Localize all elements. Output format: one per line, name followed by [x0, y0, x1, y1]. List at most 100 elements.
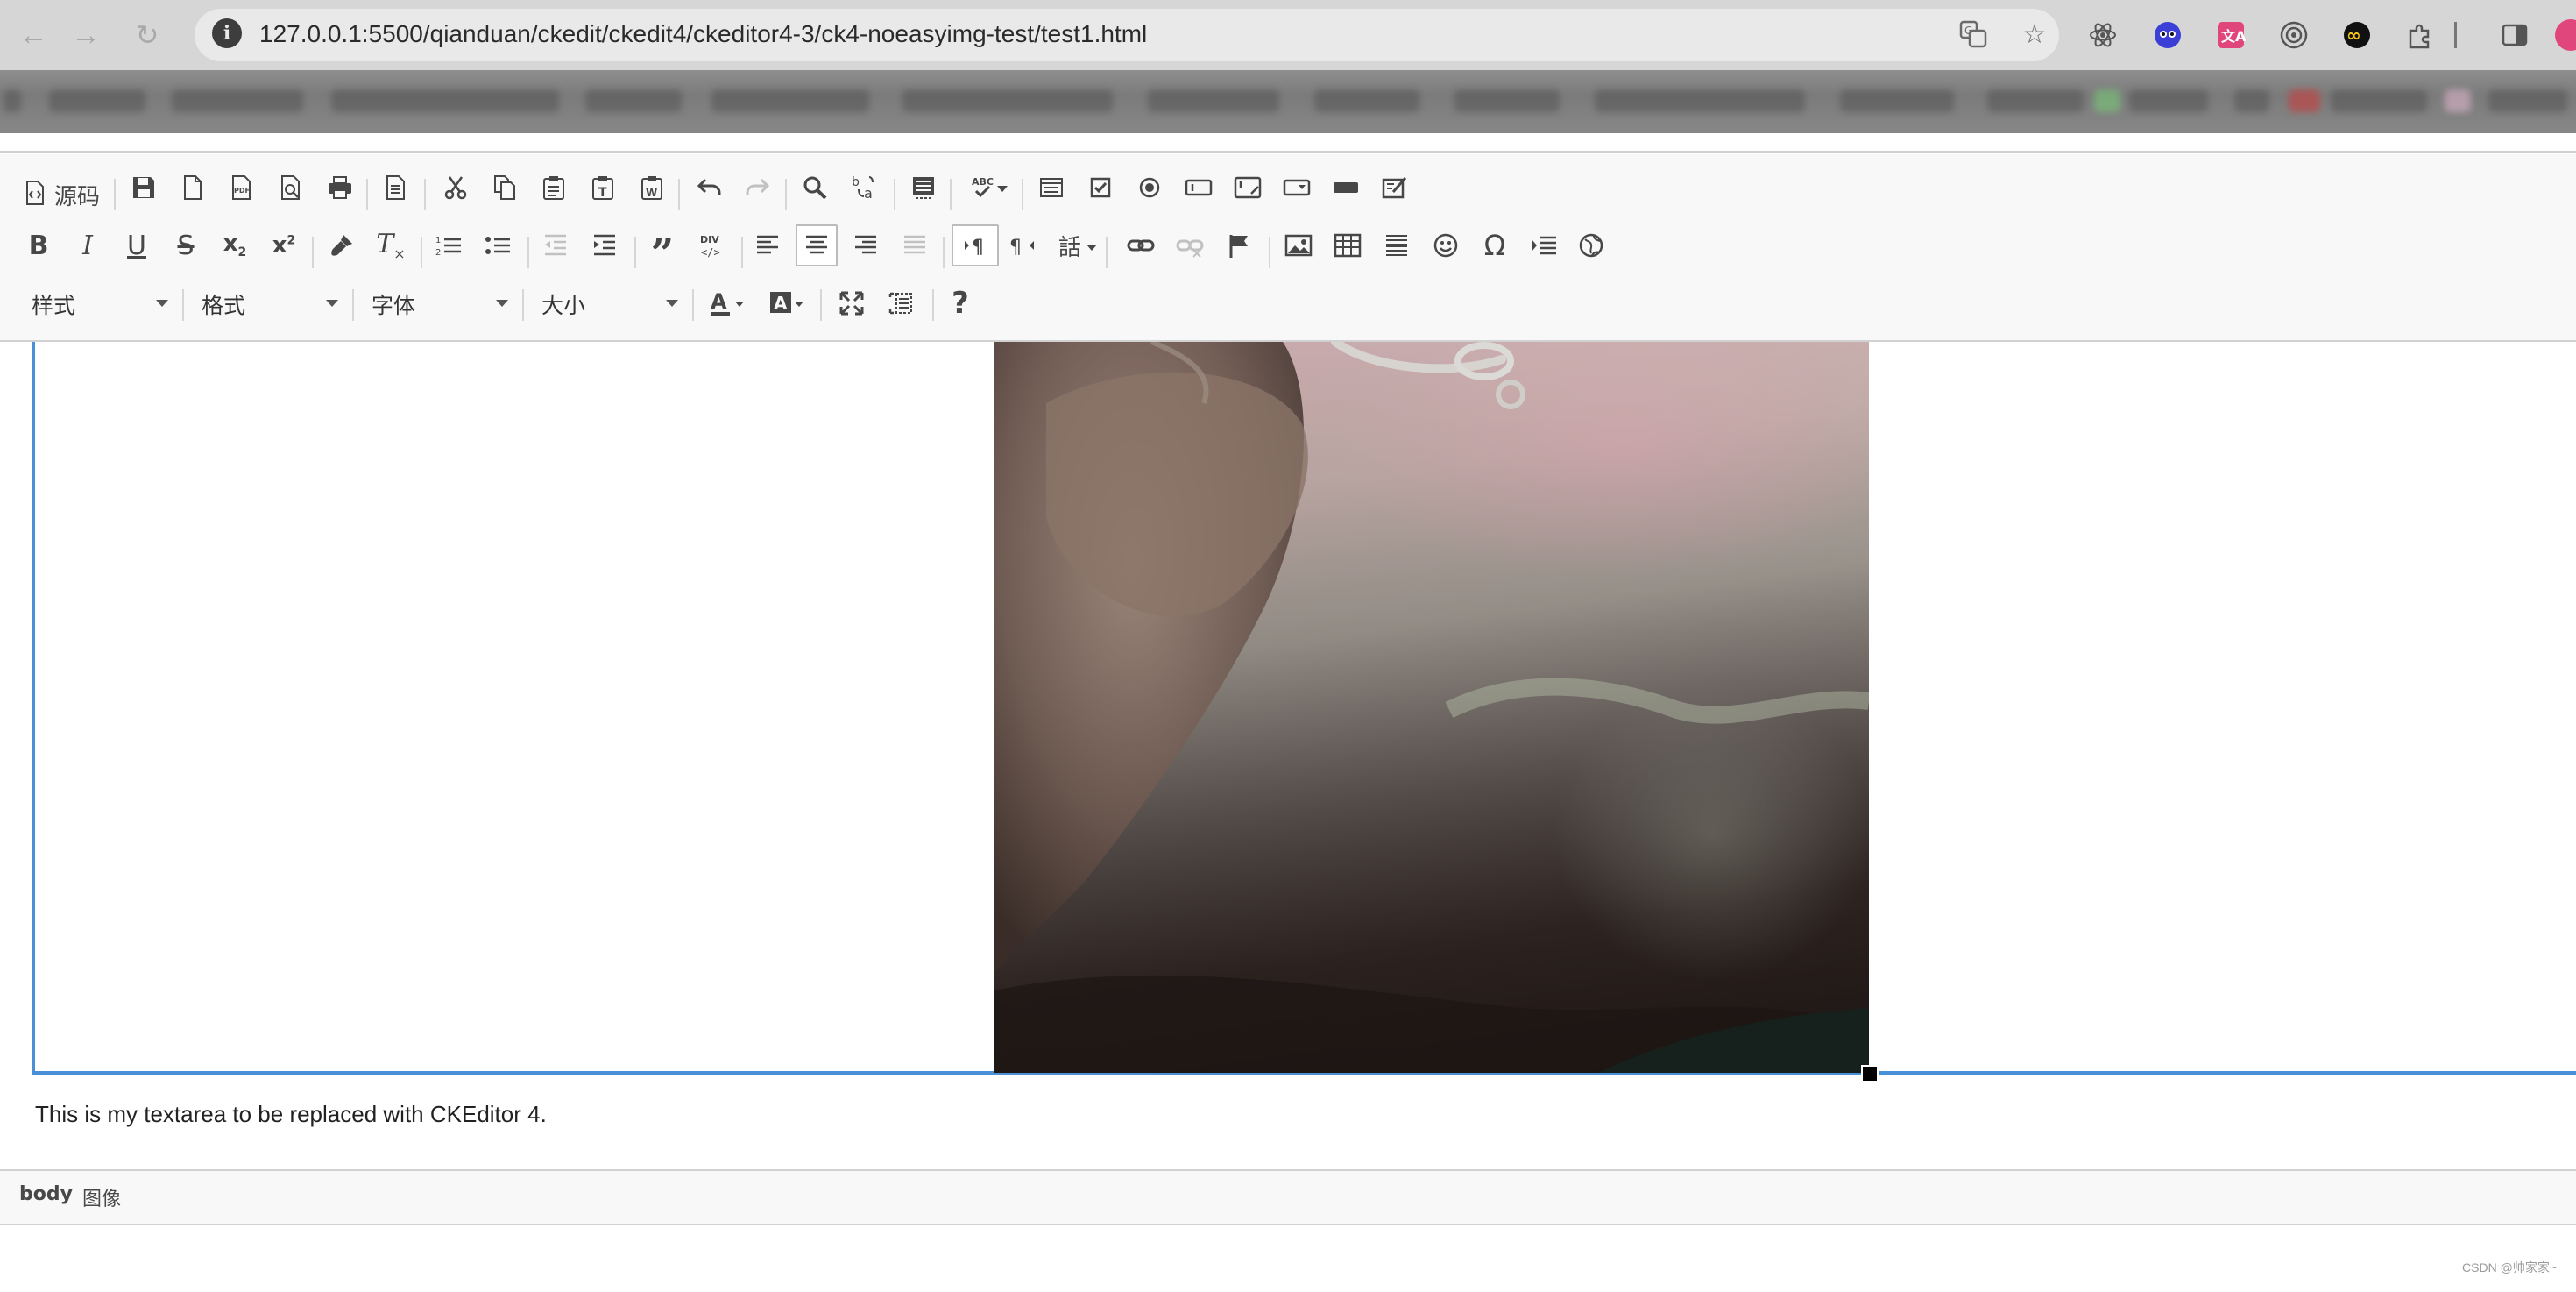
bookmark-item[interactable] [1987, 89, 2084, 112]
format-dropdown[interactable]: 格式 [202, 286, 338, 323]
new-page-button[interactable] [172, 167, 214, 209]
page-break-button[interactable] [1523, 224, 1565, 266]
unlink-button[interactable] [1169, 224, 1211, 266]
bookmark-item[interactable] [4, 89, 21, 112]
paragraph-text[interactable]: This is my textarea to be replaced with … [35, 1101, 547, 1128]
side-panel-icon[interactable] [2499, 19, 2530, 51]
print-button[interactable] [319, 167, 361, 209]
bookmark-item[interactable] [2234, 89, 2269, 112]
text-direction-ltr-button[interactable]: ¶ [952, 224, 999, 266]
underline-button[interactable]: U [116, 224, 158, 266]
align-left-button[interactable] [747, 224, 789, 266]
textarea-button[interactable] [1227, 167, 1269, 209]
reload-button[interactable]: ↻ [130, 18, 165, 53]
back-button[interactable]: ← [16, 18, 51, 53]
chevron-down-icon[interactable] [997, 186, 1008, 192]
translate-extension-icon[interactable]: 文A [2215, 19, 2247, 51]
text-color-button[interactable]: A [701, 282, 752, 324]
bookmark-item[interactable] [49, 89, 145, 112]
maximize-button[interactable] [831, 282, 873, 324]
italic-button[interactable]: I [67, 224, 109, 266]
form-button[interactable] [1030, 167, 1072, 209]
image-button[interactable] [1277, 224, 1320, 266]
decrease-indent-button[interactable] [534, 224, 577, 266]
smiley-button[interactable] [1425, 224, 1467, 266]
bookmark-item[interactable] [2129, 89, 2208, 112]
bookmark-item[interactable] [2094, 89, 2120, 112]
translate-icon[interactable]: G [1957, 19, 1989, 51]
bookmark-item[interactable] [331, 89, 559, 112]
numbered-list-button[interactable]: 12 [428, 224, 470, 266]
button-field-button[interactable] [1325, 167, 1367, 209]
target-extension-icon[interactable] [2278, 19, 2310, 51]
bookmark-item[interactable] [2331, 89, 2427, 112]
bookmark-item[interactable] [2289, 89, 2320, 112]
extensions-puzzle-icon[interactable] [2404, 19, 2436, 51]
cut-button[interactable] [435, 167, 477, 209]
strikethrough-button[interactable]: S [165, 224, 207, 266]
remove-format-button[interactable]: T× [370, 224, 412, 266]
font-dropdown[interactable]: 字体 [372, 286, 508, 323]
align-right-button[interactable] [845, 224, 887, 266]
replace-button[interactable]: ba [843, 167, 885, 209]
bookmark-item[interactable] [1595, 89, 1805, 112]
address-bar[interactable]: i 127.0.0.1:5500/qianduan/ckedit/ckedit4… [195, 9, 2059, 61]
export-pdf-button[interactable]: PDF [221, 167, 263, 209]
bookmark-item[interactable] [2445, 89, 2471, 112]
react-devtools-icon[interactable] [2087, 19, 2119, 51]
copy-formatting-button[interactable] [321, 224, 363, 266]
bulleted-list-button[interactable] [477, 224, 519, 266]
justify-button[interactable] [894, 224, 936, 266]
paste-button[interactable] [533, 167, 575, 209]
bookmark-item[interactable] [902, 89, 1113, 112]
elements-path-image[interactable]: 图像 [82, 1183, 121, 1211]
redo-button[interactable] [736, 167, 778, 209]
create-div-button[interactable]: DIV </> [690, 224, 732, 266]
bookmark-star-icon[interactable]: ☆ [2019, 19, 2050, 51]
about-button[interactable]: ? [939, 282, 981, 324]
blockquote-button[interactable]: ” [641, 224, 683, 273]
special-char-button[interactable]: Ω [1474, 224, 1516, 266]
text-direction-rtl-button[interactable]: ¶ [1002, 224, 1044, 266]
source-button[interactable]: 源码 [25, 174, 100, 216]
hidden-field-button[interactable] [1374, 167, 1416, 209]
bookmark-item[interactable] [585, 89, 682, 112]
templates-button[interactable] [375, 167, 417, 209]
subscript-button[interactable]: x2 [214, 224, 256, 266]
select-all-button[interactable] [902, 167, 945, 209]
styles-dropdown[interactable]: 样式 [32, 286, 168, 323]
bookmark-item[interactable] [1148, 89, 1279, 112]
bold-button[interactable]: B [18, 224, 60, 266]
copy-button[interactable] [484, 167, 526, 209]
bookmark-item[interactable] [1840, 89, 1954, 112]
bookmark-item[interactable] [2488, 89, 2567, 112]
size-dropdown[interactable]: 大小 [541, 286, 678, 323]
table-button[interactable] [1327, 224, 1369, 266]
undo-button[interactable] [689, 167, 731, 209]
preview-button[interactable] [270, 167, 312, 209]
paste-text-button[interactable]: T [582, 167, 624, 209]
select-field-button[interactable] [1276, 167, 1318, 209]
elements-path-body[interactable]: body [19, 1183, 73, 1205]
bookmark-item[interactable] [1454, 89, 1560, 112]
checkbox-button[interactable] [1079, 167, 1122, 209]
find-button[interactable] [794, 167, 836, 209]
save-button[interactable] [123, 167, 165, 209]
bookmark-item[interactable] [172, 89, 303, 112]
radio-button[interactable] [1129, 167, 1171, 209]
link-button[interactable] [1120, 224, 1162, 266]
forward-button[interactable]: → [68, 18, 103, 53]
image-resize-handle[interactable] [1861, 1065, 1879, 1083]
bookmark-item[interactable] [1314, 89, 1419, 112]
bookmark-item[interactable] [711, 89, 869, 112]
anchor-button[interactable] [1218, 224, 1260, 266]
chevron-down-icon[interactable] [1086, 245, 1097, 251]
increase-indent-button[interactable] [584, 224, 626, 266]
embedded-photo[interactable] [994, 342, 1869, 1073]
info-icon[interactable]: i [212, 18, 242, 48]
background-color-button[interactable]: A [761, 282, 811, 324]
text-field-button[interactable] [1178, 167, 1220, 209]
profile-avatar[interactable] [2555, 19, 2576, 51]
show-blocks-button[interactable] [880, 282, 922, 324]
ghost-extension-icon[interactable] [2152, 19, 2183, 51]
